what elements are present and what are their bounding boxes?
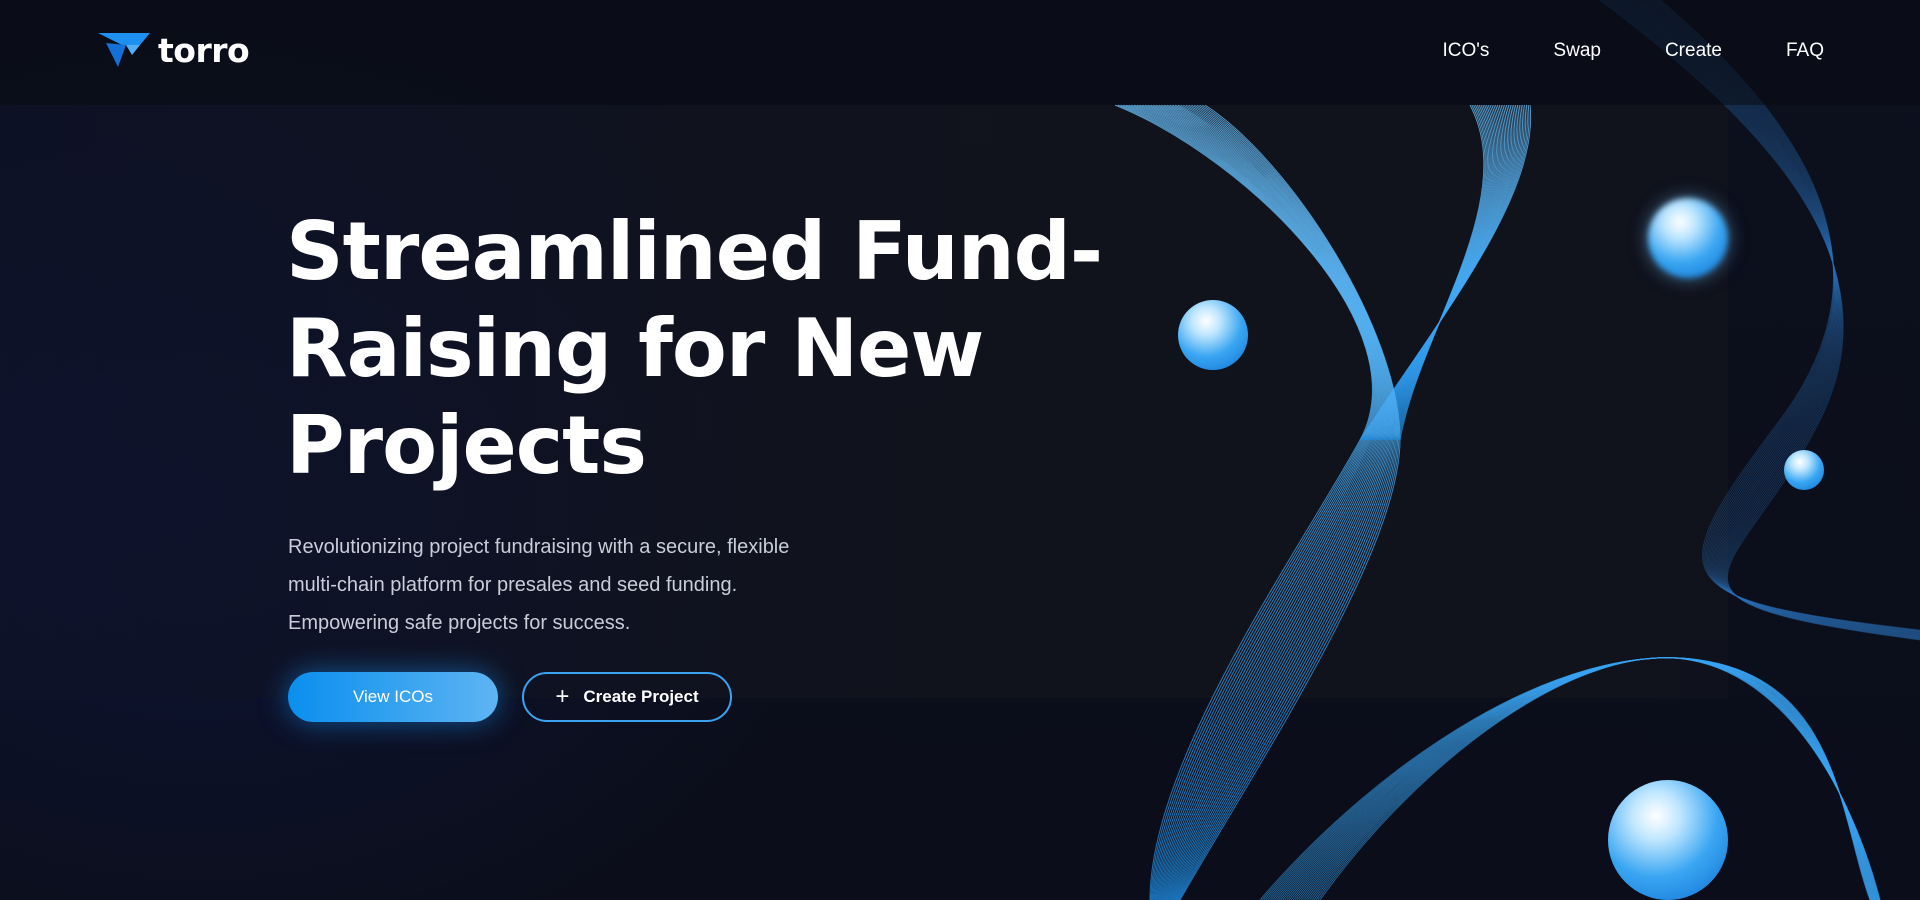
- sphere-decoration: [1784, 450, 1824, 490]
- landing-page: torro ICO's Swap Create FAQ Streamlined …: [0, 0, 1920, 900]
- create-project-button[interactable]: + Create Project: [522, 672, 732, 722]
- torro-logo-icon: [98, 33, 150, 67]
- hero-headline: Streamlined Fund- Raising for New Projec…: [286, 203, 1186, 494]
- headline-line: Projects: [286, 399, 647, 492]
- nav-item-create[interactable]: Create: [1665, 40, 1722, 62]
- nav-item-icos[interactable]: ICO's: [1443, 40, 1490, 62]
- brand-logo[interactable]: torro: [96, 30, 250, 70]
- sphere-decoration: [1178, 300, 1248, 370]
- hero-description: Revolutionizing project fundraising with…: [288, 528, 908, 642]
- description-line: Empowering safe projects for success.: [288, 612, 631, 634]
- headline-line: Raising for New: [286, 302, 984, 395]
- nav-item-swap[interactable]: Swap: [1553, 40, 1601, 62]
- description-line: Revolutionizing project fundraising with…: [288, 536, 790, 558]
- brand-name: torro: [158, 30, 250, 70]
- description-line: multi-chain platform for presales and se…: [288, 574, 738, 596]
- view-icos-label: View ICOs: [353, 687, 433, 706]
- site-header: torro ICO's Swap Create FAQ: [0, 0, 1920, 105]
- plus-icon: +: [555, 683, 570, 710]
- view-icos-button[interactable]: View ICOs: [288, 672, 498, 722]
- main-nav: ICO's Swap Create FAQ: [1379, 40, 1824, 62]
- nav-item-faq[interactable]: FAQ: [1786, 40, 1824, 62]
- headline-line: Streamlined Fund-: [286, 205, 1103, 298]
- sphere-decoration: [1608, 780, 1728, 900]
- sphere-decoration: [1648, 198, 1728, 278]
- create-project-label: Create Project: [583, 687, 699, 706]
